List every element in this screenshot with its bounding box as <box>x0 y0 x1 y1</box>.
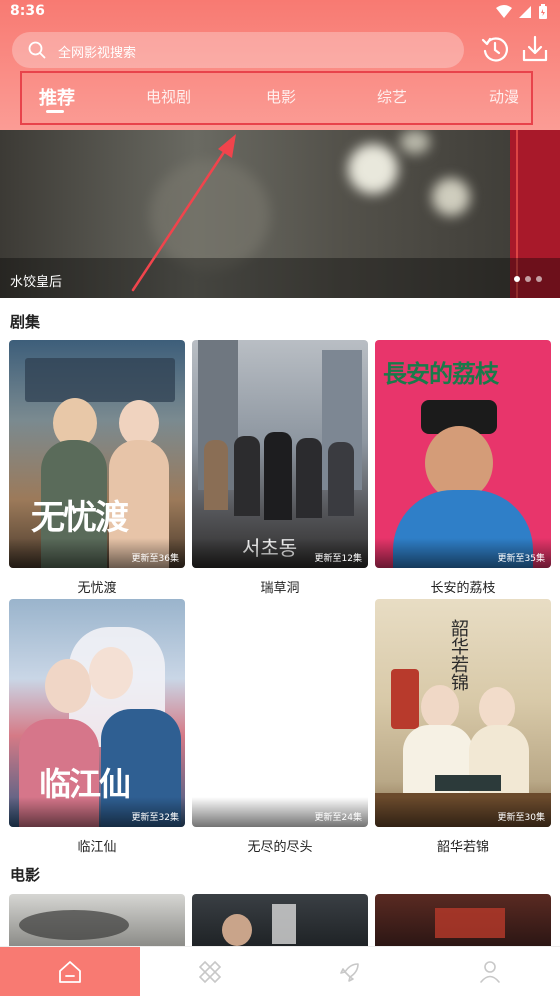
movie-card[interactable] <box>375 894 551 946</box>
section-title-series: 剧集 <box>10 313 41 331</box>
poster-image: 서초동 更新至12集 <box>192 340 368 568</box>
bokeh-light <box>432 178 470 216</box>
status-bar: 8:36 <box>0 0 560 24</box>
poster-image: 临江仙 更新至32集 <box>9 599 185 827</box>
tab-movies[interactable]: 电影 <box>266 86 296 107</box>
carousel-dot <box>536 276 542 282</box>
series-card[interactable]: 更新至24集 无尽的尽头 <box>192 599 368 855</box>
series-card[interactable]: 韶华若锦 更新至30集 韶华若锦 <box>375 599 551 855</box>
wifi-icon <box>496 5 512 18</box>
poster-image: 更新至24集 <box>192 599 368 827</box>
card-title: 临江仙 <box>77 840 117 855</box>
card-title: 无忧渡 <box>77 581 117 596</box>
update-badge: 更新至36集 <box>131 554 179 564</box>
card-title: 无尽的尽头 <box>247 840 313 855</box>
tab-recommend[interactable]: 推荐 <box>39 84 75 110</box>
rocket-icon <box>340 963 359 982</box>
poster-image: 長安的荔枝 更新至35集 <box>375 340 551 568</box>
category-icon <box>198 960 222 984</box>
series-card[interactable]: 临江仙 更新至32集 临江仙 <box>9 599 185 855</box>
battery-icon <box>539 4 547 19</box>
status-time: 8:36 <box>10 3 45 19</box>
series-card[interactable]: 長安的荔枝 更新至35集 长安的荔枝 <box>375 340 551 596</box>
bokeh-light <box>400 130 430 154</box>
nav-category[interactable] <box>140 947 280 996</box>
card-title: 瑞草洞 <box>260 581 300 596</box>
carousel-dot <box>525 276 531 282</box>
update-badge: 更新至12集 <box>314 554 362 564</box>
movie-card[interactable] <box>192 894 368 946</box>
search-input[interactable]: 全网影视搜索 <box>12 32 464 68</box>
status-icons <box>496 4 548 20</box>
home-icon <box>59 961 81 983</box>
card-title: 韶华若锦 <box>436 840 489 855</box>
update-badge: 更新至32集 <box>131 813 179 823</box>
download-icon[interactable] <box>520 34 550 64</box>
section-title-movies: 电影 <box>10 866 41 884</box>
card-title: 长安的荔枝 <box>430 581 496 596</box>
nav-profile[interactable] <box>420 947 560 996</box>
history-icon[interactable] <box>480 34 510 64</box>
tab-anime[interactable]: 动漫 <box>489 86 519 107</box>
bokeh-light <box>348 144 398 194</box>
series-card[interactable]: 无忧渡 更新至36集 无忧渡 <box>9 340 185 596</box>
update-badge: 更新至24集 <box>314 813 362 823</box>
movie-card[interactable] <box>9 894 185 946</box>
nav-discover[interactable] <box>280 947 420 996</box>
update-badge: 更新至30集 <box>497 813 545 823</box>
profile-icon <box>480 961 500 983</box>
carousel-dots <box>514 276 542 282</box>
series-card[interactable]: 서초동 更新至12集 瑞草洞 <box>192 340 368 596</box>
update-badge: 更新至35集 <box>497 554 545 564</box>
bokeh-light <box>150 160 270 270</box>
banner-caption-bar <box>0 258 560 298</box>
nav-home[interactable] <box>0 947 140 996</box>
banner-title: 水饺皇后 <box>10 275 63 290</box>
search-placeholder: 全网影视搜索 <box>58 46 137 61</box>
tab-variety[interactable]: 综艺 <box>377 86 407 107</box>
poster-image: 无忧渡 更新至36集 <box>9 340 185 568</box>
banner-carousel[interactable]: 水饺皇后 <box>0 130 560 298</box>
tab-tv-series[interactable]: 电视剧 <box>146 86 191 107</box>
bottom-nav <box>0 946 560 996</box>
poster-image: 韶华若锦 更新至30集 <box>375 599 551 827</box>
carousel-dot <box>514 276 520 282</box>
tab-indicator <box>46 110 64 113</box>
search-icon <box>28 41 46 59</box>
signal-icon <box>519 6 531 18</box>
